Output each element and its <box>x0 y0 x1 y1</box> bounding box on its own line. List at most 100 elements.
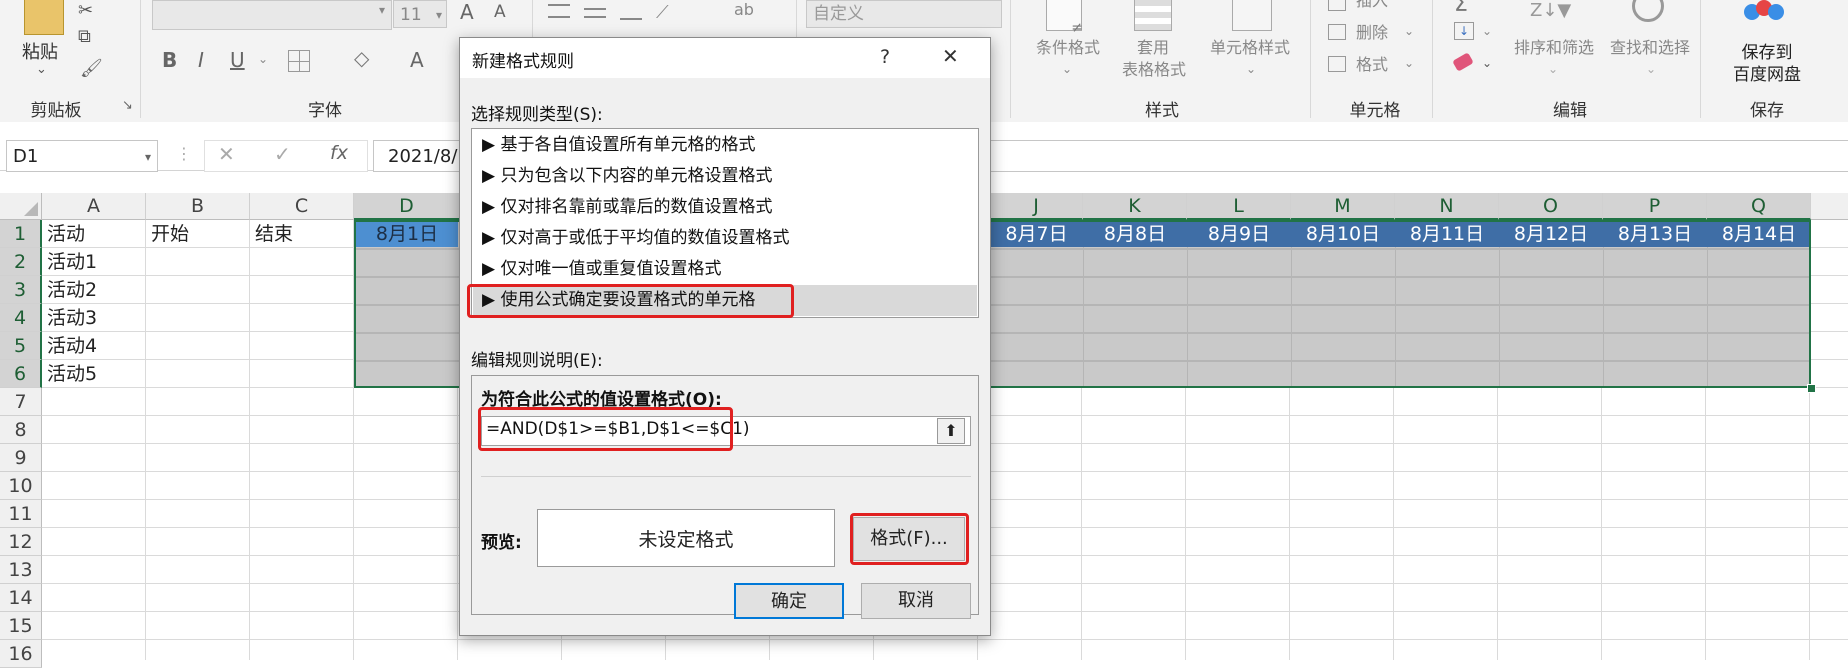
paste-dropdown-icon[interactable]: ⌄ <box>36 62 47 77</box>
cell-c1[interactable]: 结束 <box>255 220 293 248</box>
fill-dropdown-icon[interactable]: ⌄ <box>1482 24 1492 38</box>
cell-a3[interactable]: 活动2 <box>47 276 97 304</box>
align-bottom-icon[interactable] <box>620 12 642 20</box>
conditional-format-dropdown-icon[interactable]: ⌄ <box>1062 62 1072 76</box>
column-header-q[interactable]: Q <box>1707 193 1811 220</box>
row-header-8[interactable]: 8 <box>0 416 42 444</box>
copy-icon[interactable]: ⧉ <box>78 26 91 47</box>
column-header-n[interactable]: N <box>1395 193 1499 220</box>
paste-icon[interactable] <box>24 0 64 35</box>
row-header-1[interactable]: 1 <box>0 220 42 248</box>
autosum-icon[interactable]: Σ <box>1454 0 1468 17</box>
column-header-o[interactable]: O <box>1499 193 1603 220</box>
sort-filter-dropdown-icon[interactable]: ⌄ <box>1548 62 1558 76</box>
select-all-corner[interactable] <box>0 193 42 220</box>
format-as-table-label-1[interactable]: 套用 <box>1118 37 1188 59</box>
italic-button[interactable]: I <box>198 48 204 72</box>
baidu-netdisk-icon[interactable] <box>1744 0 1784 22</box>
row-header-14[interactable]: 14 <box>0 584 42 612</box>
fill-color-icon[interactable]: ◇ <box>354 46 369 70</box>
rule-type-item[interactable]: ▶ 只为包含以下内容的单元格设置格式 <box>482 161 772 191</box>
orientation-icon[interactable]: ⟋ <box>656 2 669 23</box>
conditional-format-icon[interactable]: ≠ <box>1046 0 1083 36</box>
insert-cells-icon[interactable] <box>1328 0 1346 11</box>
underline-dropdown-icon[interactable]: ⌄ <box>258 52 268 66</box>
format-cells-dropdown-icon[interactable]: ⌄ <box>1404 56 1414 70</box>
cancel-button[interactable]: 取消 <box>861 583 971 619</box>
cell-j1[interactable]: 8月7日 <box>990 220 1083 248</box>
cell-a2[interactable]: 活动1 <box>47 248 97 276</box>
cell-d1[interactable]: 8月1日 <box>356 220 458 248</box>
cell-m1[interactable]: 8月10日 <box>1291 220 1395 248</box>
column-header-j[interactable]: J <box>990 193 1083 220</box>
cell-a4[interactable]: 活动3 <box>47 304 97 332</box>
font-name-select[interactable]: ▾ <box>152 0 392 30</box>
confirm-entry-icon[interactable]: ✓ <box>274 142 291 166</box>
column-header-r[interactable] <box>1811 193 1848 220</box>
row-header-9[interactable]: 9 <box>0 444 42 472</box>
cell-o1[interactable]: 8月12日 <box>1499 220 1603 248</box>
wrap-text-icon[interactable]: ab <box>734 0 754 19</box>
conditional-format-button[interactable]: 条件格式 <box>1028 37 1108 59</box>
fill-handle[interactable] <box>1807 384 1816 393</box>
cell-n1[interactable]: 8月11日 <box>1395 220 1499 248</box>
cell-k1[interactable]: 8月8日 <box>1083 220 1187 248</box>
insert-cells-button[interactable]: 插入 <box>1350 0 1394 12</box>
row-header-7[interactable]: 7 <box>0 388 42 416</box>
underline-button[interactable]: U <box>230 48 245 72</box>
cell-q1[interactable]: 8月14日 <box>1707 220 1811 248</box>
format-painter-icon[interactable]: 🖌 <box>80 58 103 79</box>
cell-l1[interactable]: 8月9日 <box>1187 220 1291 248</box>
font-color-icon[interactable]: A <box>410 48 424 72</box>
clear-icon[interactable] <box>1452 52 1474 72</box>
fill-icon[interactable]: ↓ <box>1454 22 1474 40</box>
font-size-select[interactable]: 11 ▾ <box>393 0 447 28</box>
clipboard-launcher-icon[interactable]: ↘ <box>122 98 133 113</box>
column-header-c[interactable]: C <box>250 193 354 220</box>
cell-a6[interactable]: 活动5 <box>47 360 97 388</box>
rule-type-item[interactable]: ▶ 仅对唯一值或重复值设置格式 <box>482 254 721 284</box>
delete-cells-button[interactable]: 删除 <box>1350 22 1394 44</box>
rule-type-item[interactable]: ▶ 基于各自值设置所有单元格的格式 <box>482 130 755 160</box>
border-icon[interactable] <box>288 50 310 72</box>
paste-label[interactable]: 粘贴 <box>22 38 58 64</box>
name-box[interactable]: D1 ▾ <box>6 140 158 172</box>
column-header-d[interactable]: D <box>354 193 460 220</box>
align-top-icon[interactable] <box>548 4 570 18</box>
format-as-table-label-2[interactable]: 表格格式 <box>1106 59 1202 81</box>
row-header-2[interactable]: 2 <box>0 248 42 276</box>
format-cells-icon[interactable] <box>1328 56 1346 72</box>
cell-a1[interactable]: 活动 <box>47 220 85 248</box>
column-header-m[interactable]: M <box>1291 193 1395 220</box>
dialog-help-button[interactable]: ? <box>880 46 890 68</box>
cancel-entry-icon[interactable]: ✕ <box>218 142 235 166</box>
delete-dropdown-icon[interactable]: ⌄ <box>1404 24 1414 38</box>
rule-type-item[interactable]: ▶ 仅对高于或低于平均值的数值设置格式 <box>482 223 789 253</box>
column-header-p[interactable]: P <box>1603 193 1707 220</box>
cell-b1[interactable]: 开始 <box>151 220 189 248</box>
bold-button[interactable]: B <box>162 48 177 72</box>
insert-function-icon[interactable]: fx <box>330 142 348 164</box>
cell-p1[interactable]: 8月13日 <box>1603 220 1707 248</box>
ok-button[interactable]: 确定 <box>734 583 844 619</box>
cell-styles-dropdown-icon[interactable]: ⌄ <box>1246 62 1256 76</box>
row-header-5[interactable]: 5 <box>0 332 42 360</box>
number-format-select[interactable]: 自定义 <box>806 0 1002 28</box>
format-as-table-icon[interactable] <box>1134 0 1172 31</box>
cell-styles-button[interactable]: 单元格样式 <box>1200 37 1300 59</box>
column-header-b[interactable]: B <box>146 193 250 220</box>
row-header-16[interactable]: 16 <box>0 640 42 668</box>
find-select-dropdown-icon[interactable]: ⌄ <box>1646 62 1656 76</box>
row-header-11[interactable]: 11 <box>0 500 42 528</box>
row-header-6[interactable]: 6 <box>0 360 42 388</box>
rule-type-item[interactable]: ▶ 仅对排名靠前或靠后的数值设置格式 <box>482 192 772 222</box>
row-header-15[interactable]: 15 <box>0 612 42 640</box>
column-header-l[interactable]: L <box>1187 193 1291 220</box>
row-header-10[interactable]: 10 <box>0 472 42 500</box>
clear-dropdown-icon[interactable]: ⌄ <box>1482 56 1492 70</box>
find-select-button[interactable]: 查找和选择 <box>1600 37 1700 59</box>
decrease-font-icon[interactable]: A <box>494 2 506 22</box>
cell-styles-icon[interactable] <box>1232 0 1272 31</box>
cut-icon[interactable]: ✂ <box>78 0 93 21</box>
find-select-icon[interactable] <box>1632 0 1664 22</box>
